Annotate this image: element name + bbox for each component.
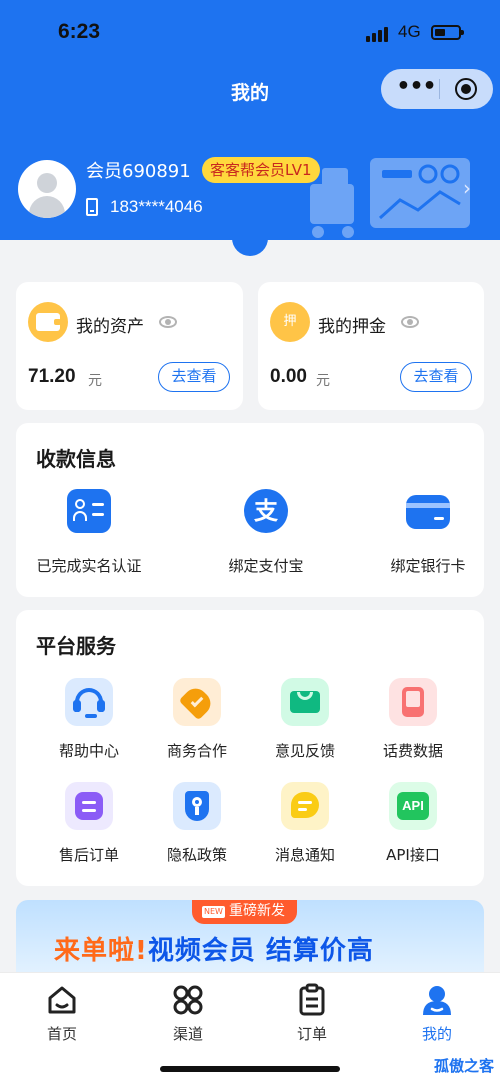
service-api[interactable]: API API接口 xyxy=(358,782,468,865)
payment-info-card: 收款信息 已完成实名认证 支 绑定支付宝 绑定银行卡 xyxy=(16,423,484,597)
id-card-icon xyxy=(67,489,111,533)
assets-amount: 71.20 xyxy=(28,366,76,387)
service-feedback[interactable]: 意见反馈 xyxy=(250,678,360,761)
capsule-divider xyxy=(439,79,440,99)
status-time: 6:23 xyxy=(58,20,101,43)
avatar-body xyxy=(29,196,65,218)
payment-item-realname[interactable]: 已完成实名认证 xyxy=(34,489,144,576)
view-deposit-button[interactable]: 去查看 xyxy=(400,362,472,392)
more-icon[interactable]: ••• xyxy=(395,76,437,101)
mail-icon xyxy=(281,678,329,726)
payment-item-label: 绑定银行卡 xyxy=(390,557,466,575)
payment-item-bank-card[interactable]: 绑定银行卡 xyxy=(373,489,483,576)
battery-icon xyxy=(431,25,464,40)
deposit-card[interactable]: 押 我的押金 0.00 元 去查看 xyxy=(258,282,484,410)
deposit-icon-glyph: 押 xyxy=(283,314,297,329)
tab-label: 渠道 xyxy=(172,1025,203,1043)
service-label: 售后订单 xyxy=(58,846,119,864)
header-notch xyxy=(232,236,268,256)
deposit-title: 我的押金 xyxy=(318,317,386,337)
privacy-shield-icon xyxy=(173,782,221,830)
home-icon xyxy=(45,983,79,1017)
mini-program-capsule: ••• xyxy=(381,69,493,109)
avatar[interactable] xyxy=(18,160,76,218)
username: 会员690891 xyxy=(86,161,191,182)
wallet-icon xyxy=(28,302,68,342)
home-indicator xyxy=(160,1066,340,1072)
service-after-sales[interactable]: 售后订单 xyxy=(34,782,144,865)
assets-unit: 元 xyxy=(88,373,102,389)
profile-icon xyxy=(420,983,454,1017)
network-type: 4G xyxy=(398,22,421,41)
member-level-badge: 客客帮会员LV1 xyxy=(202,157,320,183)
new-badge: NEW xyxy=(202,906,225,918)
banner-headline-part1: 来单啦! xyxy=(54,936,148,966)
payment-item-label: 绑定支付宝 xyxy=(228,557,304,575)
banner-tag-text: 重磅新发 xyxy=(228,903,285,919)
signal-icon xyxy=(366,26,388,42)
orders-icon xyxy=(295,983,329,1017)
deposit-icon: 押 xyxy=(270,302,310,342)
api-icon-text: API xyxy=(397,792,429,820)
payment-item-label: 已完成实名认证 xyxy=(36,557,142,575)
payment-info-title: 收款信息 xyxy=(36,447,116,471)
tab-channels[interactable]: 渠道 xyxy=(148,983,228,1044)
watermark: 孤傲之客 xyxy=(433,1057,494,1075)
phone-bill-icon xyxy=(389,678,437,726)
service-label: 帮助中心 xyxy=(58,742,119,760)
api-icon: API xyxy=(389,782,437,830)
phone-icon xyxy=(86,198,98,216)
handshake-icon xyxy=(173,678,221,726)
bank-card-icon xyxy=(406,495,450,529)
service-label: 隐私政策 xyxy=(166,846,227,864)
payment-item-alipay[interactable]: 支 绑定支付宝 xyxy=(211,489,321,576)
eye-icon[interactable] xyxy=(159,316,177,328)
services-title: 平台服务 xyxy=(36,634,116,658)
deposit-amount: 0.00 xyxy=(270,366,307,387)
assets-card[interactable]: 我的资产 71.20 元 去查看 xyxy=(16,282,243,410)
tab-label: 我的 xyxy=(421,1025,452,1043)
service-label: 商务合作 xyxy=(166,742,227,760)
tab-mine[interactable]: 我的 xyxy=(397,983,477,1044)
service-label: 意见反馈 xyxy=(274,742,335,760)
profile-header: 6:23 4G 我的 ••• 会员690891 客客帮会员LV1 183****… xyxy=(0,0,500,240)
alipay-icon: 支 xyxy=(244,489,288,533)
message-icon xyxy=(281,782,329,830)
service-privacy-policy[interactable]: 隐私政策 xyxy=(142,782,252,865)
service-help-center[interactable]: 帮助中心 xyxy=(34,678,144,761)
avatar-head xyxy=(37,173,57,193)
tab-home[interactable]: 首页 xyxy=(22,983,102,1044)
assets-title: 我的资产 xyxy=(76,317,144,337)
banner-tag: NEW 重磅新发 xyxy=(192,900,297,924)
chevron-right-icon[interactable]: › xyxy=(463,176,471,200)
banner-headline: 来单啦!视频会员 结算价高 xyxy=(54,930,374,967)
close-target-icon[interactable] xyxy=(455,78,477,100)
phone-number: 183****4046 xyxy=(110,197,203,216)
channels-icon xyxy=(171,983,205,1017)
service-label: 消息通知 xyxy=(274,846,335,864)
headset-icon xyxy=(65,678,113,726)
service-business-cooperation[interactable]: 商务合作 xyxy=(142,678,252,761)
tab-orders[interactable]: 订单 xyxy=(272,983,352,1044)
deposit-unit: 元 xyxy=(316,373,330,389)
service-label: API接口 xyxy=(386,846,440,864)
status-bar: 6:23 4G xyxy=(0,20,500,50)
service-phone-bill-data[interactable]: 话费数据 xyxy=(358,678,468,761)
service-notifications[interactable]: 消息通知 xyxy=(250,782,360,865)
tab-label: 首页 xyxy=(46,1025,77,1043)
tab-label: 订单 xyxy=(296,1025,327,1043)
service-label: 话费数据 xyxy=(382,742,443,760)
eye-icon[interactable] xyxy=(401,316,419,328)
banner-headline-part2: 视频会员 结算价高 xyxy=(147,936,374,966)
platform-services-card: 平台服务 帮助中心 商务合作 意见反馈 话费数据 售后订单 隐私政策 消息通知 … xyxy=(16,610,484,886)
header-illustration xyxy=(310,158,470,238)
view-assets-button[interactable]: 去查看 xyxy=(158,362,230,392)
order-icon xyxy=(65,782,113,830)
